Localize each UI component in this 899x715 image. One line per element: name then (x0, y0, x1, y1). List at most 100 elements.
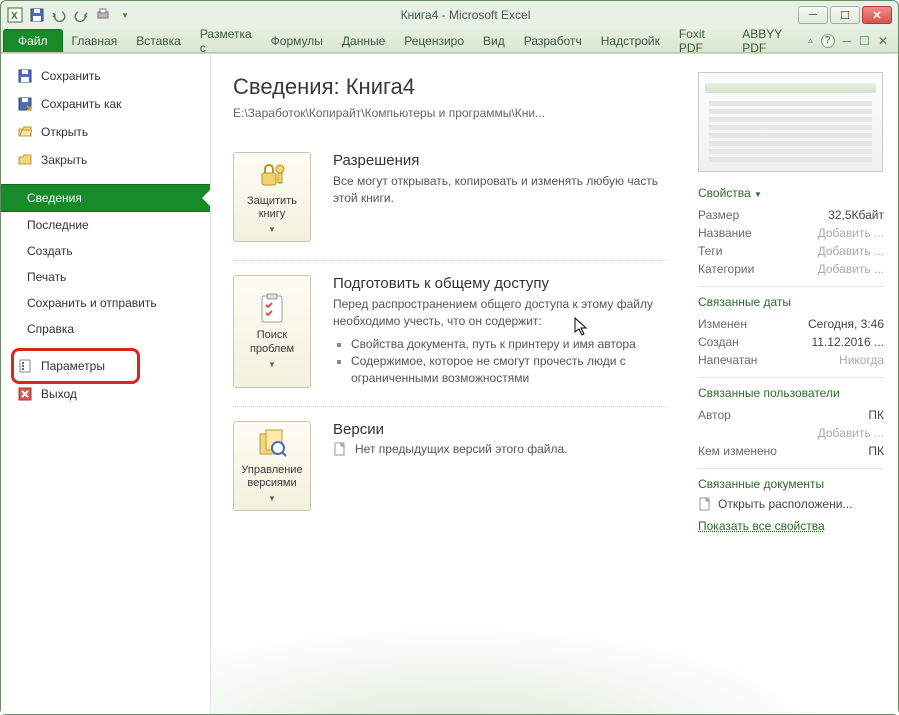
save-icon (17, 68, 33, 84)
sidebar-label: Открыть (41, 125, 88, 139)
document-thumbnail[interactable] (698, 72, 883, 172)
sidebar-label: Сохранить как (41, 97, 121, 111)
versions-icon (256, 428, 288, 460)
close-button[interactable]: ✕ (862, 6, 892, 24)
list-item: Свойства документа, путь к принтеру и им… (351, 336, 666, 353)
prop-author-add[interactable]: Добавить ... (698, 424, 884, 442)
chevron-down-icon: ▼ (754, 190, 762, 199)
sidebar-label: Печать (27, 270, 66, 284)
tab-data[interactable]: Данные (333, 29, 395, 52)
lock-key-icon (256, 159, 288, 191)
issues-list: Свойства документа, путь к принтеру и им… (351, 336, 666, 388)
section-desc: Перед распространением общего доступа к … (333, 296, 666, 330)
sidebar-label: Сохранить (41, 69, 101, 83)
tab-home[interactable]: Главная (63, 29, 128, 52)
sidebar-help[interactable]: Справка (1, 316, 210, 342)
section-prepare: Поиск проблем ▼ Подготовить к общему дос… (233, 261, 666, 407)
save-icon[interactable] (29, 7, 45, 23)
backstage-view: Сохранить Сохранить как Открыть Закрыть … (1, 53, 898, 714)
section-title: Подготовить к общему доступу (333, 275, 666, 292)
open-icon (17, 124, 33, 140)
sidebar-close[interactable]: Закрыть (1, 146, 210, 174)
sidebar-saveas[interactable]: Сохранить как (1, 90, 210, 118)
backstage-sidebar: Сохранить Сохранить как Открыть Закрыть … (1, 54, 211, 714)
manage-versions-button[interactable]: Управление версиями ▼ (233, 421, 311, 511)
sidebar-label: Сведения (27, 191, 82, 205)
sidebar-label: Закрыть (41, 153, 87, 167)
tab-developer[interactable]: Разработч (515, 29, 592, 52)
tab-review[interactable]: Рецензиро (395, 29, 474, 52)
list-item: Содержимое, которое не смогут прочесть л… (351, 353, 666, 388)
tab-file[interactable]: Файл (3, 29, 63, 52)
help-icon[interactable]: ? (821, 34, 835, 48)
tab-view[interactable]: Вид (474, 29, 515, 52)
sidebar-info[interactable]: Сведения (1, 184, 210, 212)
prop-tags[interactable]: ТегиДобавить ... (698, 242, 884, 260)
redo-icon[interactable] (73, 7, 89, 23)
tab-formulas[interactable]: Формулы (262, 29, 333, 52)
sidebar-open[interactable]: Открыть (1, 118, 210, 146)
section-desc: Все могут открывать, копировать и изменя… (333, 173, 666, 207)
tab-pagelayout[interactable]: Разметка с (191, 29, 262, 52)
backstage-content: Сведения: Книга4 E:\Заработок\Копирайт\К… (211, 54, 898, 714)
sidebar-new[interactable]: Создать (1, 238, 210, 264)
sidebar-label: Сохранить и отправить (27, 296, 157, 310)
sidebar-label: Справка (27, 322, 74, 336)
page-title: Сведения: Книга4 (233, 74, 666, 100)
prop-title[interactable]: НазваниеДобавить ... (698, 224, 884, 242)
app-window: X ▼ Книга4 - Microsoft Excel ─ ☐ ✕ Файл … (0, 0, 899, 715)
prop-size: Размер32,5Кбайт (698, 206, 884, 224)
show-all-properties-link[interactable]: Показать все свойства (698, 519, 825, 533)
tab-foxit[interactable]: Foxit PDF (670, 29, 733, 52)
sidebar-print[interactable]: Печать (1, 264, 210, 290)
qat-dropdown-icon[interactable]: ▼ (117, 7, 133, 23)
sidebar-label: Последние (27, 218, 89, 232)
sidebar-recent[interactable]: Последние (1, 212, 210, 238)
minimize-button[interactable]: ─ (798, 6, 828, 24)
chevron-down-icon: ▼ (268, 225, 276, 235)
file-path: E:\Заработок\Копирайт\Компьютеры и прогр… (233, 106, 666, 120)
print-preview-icon[interactable] (95, 7, 111, 23)
window-title: Книга4 - Microsoft Excel (133, 8, 798, 22)
document-icon (333, 442, 347, 456)
sidebar-options[interactable]: Параметры (1, 352, 210, 380)
window-close-icon[interactable]: ✕ (878, 34, 888, 48)
quick-access-toolbar: X ▼ (7, 7, 133, 23)
section-body: Разрешения Все могут открывать, копирова… (333, 152, 666, 242)
tab-insert[interactable]: Вставка (127, 29, 191, 52)
saveas-icon (17, 96, 33, 112)
prop-author: АвторПК (698, 406, 884, 424)
prop-lastmodby: Кем измененоПК (698, 442, 884, 460)
sidebar-label: Создать (27, 244, 73, 258)
protect-workbook-button[interactable]: Защитить книгу ▼ (233, 152, 311, 242)
tab-addins[interactable]: Надстройк (592, 29, 670, 52)
close-folder-icon (17, 152, 33, 168)
chevron-down-icon: ▼ (268, 360, 276, 370)
docs-header: Связанные документы (698, 477, 884, 491)
sidebar-exit[interactable]: Выход (1, 380, 210, 408)
section-body: Версии Нет предыдущих версий этого файла… (333, 421, 666, 511)
undo-icon[interactable] (51, 7, 67, 23)
prop-categories[interactable]: КатегорииДобавить ... (698, 260, 884, 278)
properties-header[interactable]: Свойства ▼ (698, 186, 884, 200)
button-label: Защитить книгу (236, 195, 308, 221)
ribbon-tabs: Файл Главная Вставка Разметка с Формулы … (1, 29, 898, 53)
maximize-button[interactable]: ☐ (830, 6, 860, 24)
sidebar-send[interactable]: Сохранить и отправить (1, 290, 210, 316)
window-min-icon[interactable]: ─ (843, 34, 852, 48)
button-label: Управление версиями (236, 464, 308, 490)
section-title: Версии (333, 421, 666, 438)
section-permissions: Защитить книгу ▼ Разрешения Все могут от… (233, 138, 666, 261)
info-main: Сведения: Книга4 E:\Заработок\Копирайт\К… (211, 54, 688, 714)
sidebar-label: Параметры (41, 359, 105, 373)
button-label: Поиск проблем (236, 329, 308, 355)
tab-abbyy[interactable]: ABBYY PDF (733, 29, 808, 52)
open-location-link[interactable]: Открыть расположени... (698, 497, 884, 511)
window-restore-icon[interactable]: ☐ (859, 34, 870, 48)
titlebar: X ▼ Книга4 - Microsoft Excel ─ ☐ ✕ (1, 1, 898, 29)
check-issues-button[interactable]: Поиск проблем ▼ (233, 275, 311, 388)
sidebar-save[interactable]: Сохранить (1, 62, 210, 90)
chevron-down-icon: ▼ (268, 494, 276, 504)
ribbon-minimize-icon[interactable]: ▵ (808, 35, 813, 46)
version-line: Нет предыдущих версий этого файла. (333, 442, 666, 456)
